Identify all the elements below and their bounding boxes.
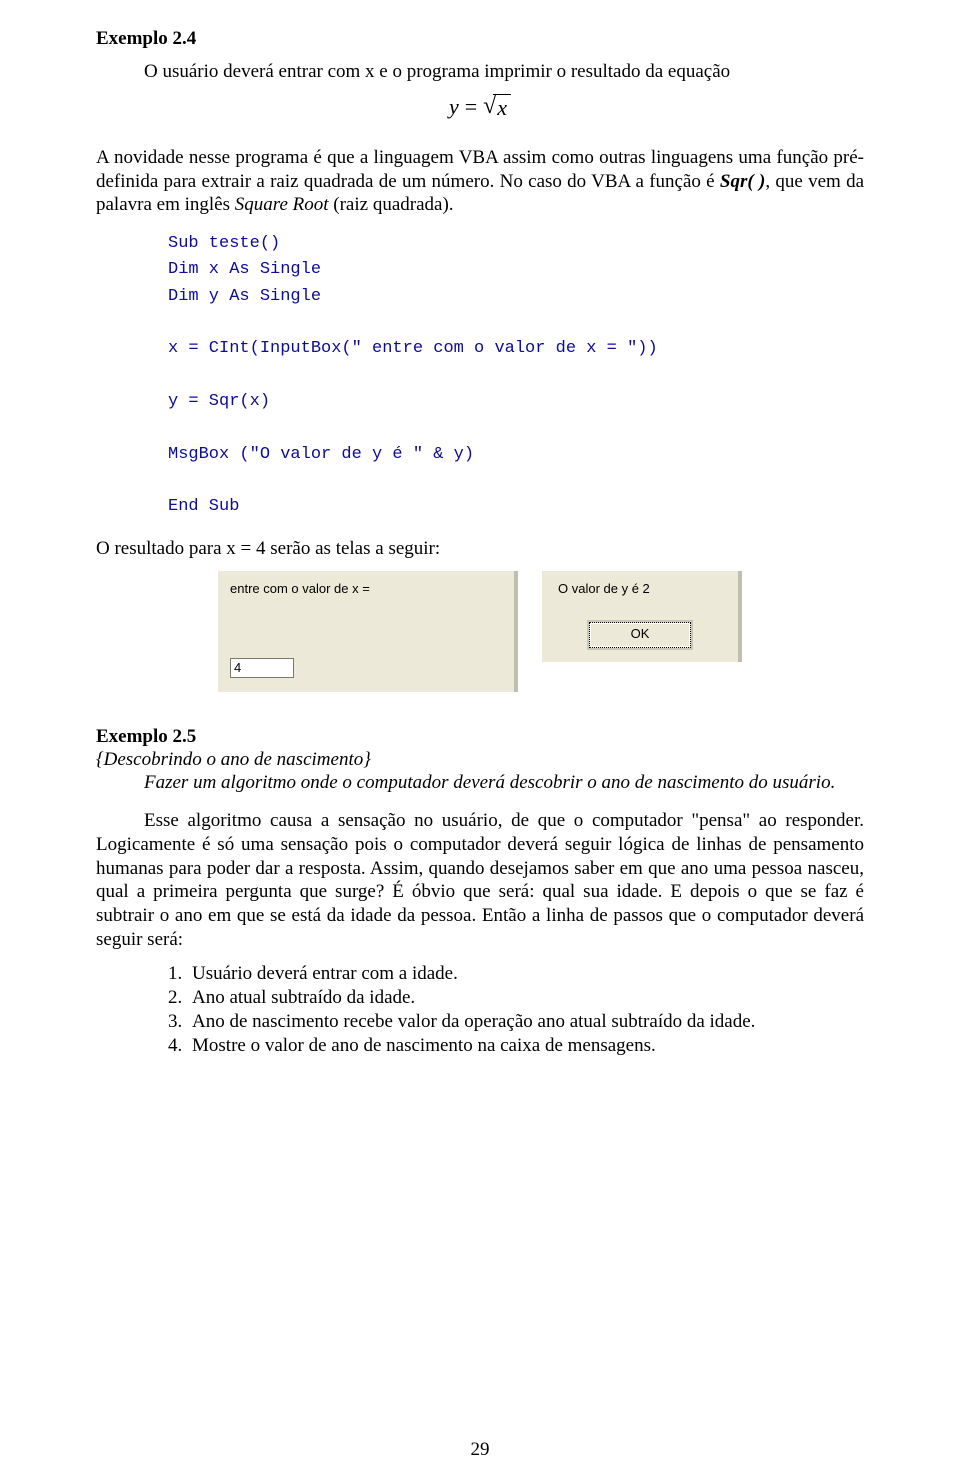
- ok-button[interactable]: OK: [589, 622, 691, 648]
- equation-lhs: y: [449, 94, 459, 120]
- sqr-keyword: Sqr( ): [720, 171, 765, 192]
- inputbox-dialog: entre com o valor de x =: [218, 571, 518, 692]
- list-item: 4. Mostre o valor de ano de nascimento n…: [168, 1034, 864, 1058]
- heading-exemplo-2-4: Exemplo 2.4: [96, 28, 864, 50]
- explain-sqr: A novidade nesse programa é que a lingua…: [96, 146, 864, 217]
- vba-code-block: Sub teste() Dim x As Single Dim y As Sin…: [168, 231, 864, 521]
- msgbox-dialog: O valor de y é 2 OK: [542, 571, 742, 662]
- result-caption: O resultado para x = 4 serão as telas a …: [96, 537, 864, 561]
- step-number: 4.: [168, 1034, 192, 1058]
- subtitle-2-5: {Descobrindo o ano de nascimento}: [96, 748, 864, 772]
- task-2-5: Fazer um algoritmo onde o computador dev…: [96, 771, 864, 795]
- discussion-2-5: Esse algoritmo causa a sensação no usuár…: [96, 809, 864, 952]
- intro-2-4: O usuário deverá entrar com x e o progra…: [96, 60, 864, 84]
- list-item: 3. Ano de nascimento recebe valor da ope…: [168, 1010, 864, 1034]
- page-number: 29: [0, 1439, 960, 1461]
- equation-y-sqrt-x: y = √ x: [96, 94, 864, 134]
- screenshots-row: entre com o valor de x = O valor de y é …: [96, 571, 864, 692]
- sqrt-icon: √ x: [483, 94, 511, 121]
- step-text: Usuário deverá entrar com a idade.: [192, 962, 458, 986]
- msgbox-text: O valor de y é 2: [558, 581, 650, 596]
- step-text: Mostre o valor de ano de nascimento na c…: [192, 1034, 656, 1058]
- square-root-term: Square Root: [235, 194, 329, 215]
- inputbox-field[interactable]: [230, 658, 294, 678]
- step-number: 3.: [168, 1010, 192, 1034]
- explain-sqr-3: (raiz quadrada).: [329, 194, 454, 215]
- equation-radicand: x: [493, 94, 511, 121]
- inputbox-prompt: entre com o valor de x =: [230, 581, 502, 596]
- heading-exemplo-2-5: Exemplo 2.5: [96, 726, 864, 748]
- list-item: 1. Usuário deverá entrar com a idade.: [168, 962, 864, 986]
- equation-equals: =: [465, 94, 477, 120]
- list-item: 2. Ano atual subtraído da idade.: [168, 986, 864, 1010]
- step-text: Ano de nascimento recebe valor da operaç…: [192, 1010, 755, 1034]
- step-number: 1.: [168, 962, 192, 986]
- step-text: Ano atual subtraído da idade.: [192, 986, 415, 1010]
- step-number: 2.: [168, 986, 192, 1010]
- steps-list: 1. Usuário deverá entrar com a idade. 2.…: [96, 962, 864, 1059]
